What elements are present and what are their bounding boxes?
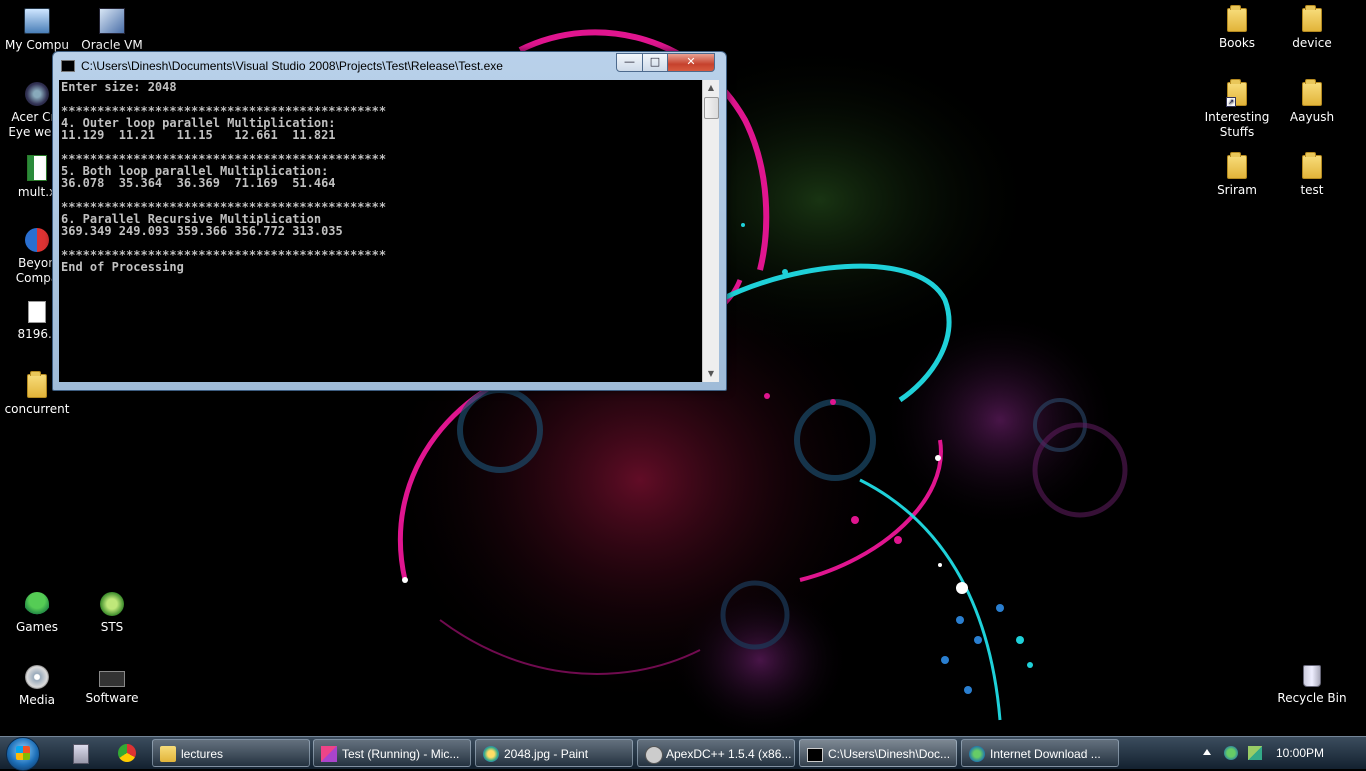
console-app-icon xyxy=(61,60,75,72)
taskbar-button-lectures[interactable]: lectures xyxy=(152,739,310,767)
excel-icon xyxy=(27,155,47,181)
desktop-icon-games[interactable]: Games xyxy=(1,592,73,635)
apexdc-icon xyxy=(645,746,663,764)
vertical-scrollbar[interactable]: ▲ ▼ xyxy=(702,80,719,382)
text-file-icon xyxy=(28,301,46,323)
volume-tray-icon[interactable] xyxy=(1248,746,1262,760)
desktop-icon-label: Oracle VM xyxy=(81,38,143,52)
window-title: C:\Users\Dinesh\Documents\Visual Studio … xyxy=(81,59,503,73)
software-icon xyxy=(99,671,125,687)
desktop-icon-device[interactable]: device xyxy=(1276,5,1348,51)
folder-shortcut-icon: ↗ xyxy=(1226,79,1247,107)
taskbar: lectures Test (Running) - Mic... 2048.jp… xyxy=(0,736,1366,771)
desktop-icon-label: 8196.t xyxy=(17,327,57,341)
window-titlebar[interactable]: C:\Users\Dinesh\Documents\Visual Studio … xyxy=(53,52,726,79)
maximize-button[interactable]: □ xyxy=(642,53,668,72)
scroll-up-arrow-icon[interactable]: ▲ xyxy=(703,80,719,96)
folder-icon xyxy=(1227,5,1247,32)
taskbar-button-visual-studio[interactable]: Test (Running) - Mic... xyxy=(313,739,471,767)
desktop-icon-label: Books xyxy=(1218,36,1256,50)
console-icon xyxy=(807,748,823,762)
desktop-icon-books[interactable]: Books xyxy=(1201,5,1273,51)
desktop-icon-label: mult.x xyxy=(17,185,57,199)
desktop-icon-interesting-stuffs[interactable]: ↗ Interesting Stuffs xyxy=(1201,79,1273,140)
recycle-bin-icon xyxy=(1303,665,1321,687)
network-tray-icon[interactable] xyxy=(1224,746,1238,760)
taskbar-button-paint[interactable]: 2048.jpg - Paint xyxy=(475,739,633,767)
taskbar-button-label: Test (Running) - Mic... xyxy=(342,747,460,761)
desktop-icon-label: Software xyxy=(85,691,139,705)
scroll-down-arrow-icon[interactable]: ▼ xyxy=(703,366,719,382)
taskbar-button-label: ApexDC++ 1.5.4 (x86... xyxy=(666,747,792,761)
minimize-button[interactable]: — xyxy=(616,53,643,72)
desktop-icon-media[interactable]: Media xyxy=(1,665,73,708)
desktop-icon-sriram[interactable]: Sriram xyxy=(1201,152,1273,198)
folder-icon xyxy=(27,371,47,398)
scrollbar-thumb[interactable] xyxy=(704,97,719,119)
tray-overflow-arrow-icon[interactable] xyxy=(1203,749,1211,755)
sts-icon xyxy=(100,592,124,616)
folder-icon xyxy=(1227,152,1247,179)
games-icon xyxy=(25,592,49,616)
taskbar-button-label: 2048.jpg - Paint xyxy=(504,747,589,761)
taskbar-button-label: lectures xyxy=(181,747,224,761)
taskbar-button-console[interactable]: C:\Users\Dinesh\Doc... xyxy=(799,739,957,767)
close-button[interactable]: ✕ xyxy=(667,53,715,72)
folder-icon xyxy=(1302,152,1322,179)
desktop-icon-label: Games xyxy=(16,620,58,634)
media-icon xyxy=(25,665,49,689)
chrome-icon[interactable] xyxy=(118,744,136,762)
taskbar-button-internet-download-manager[interactable]: Internet Download ... xyxy=(961,739,1119,767)
folder-icon xyxy=(1302,79,1322,106)
desktop-icon-test[interactable]: test xyxy=(1276,152,1348,198)
desktop-icon-recycle-bin[interactable]: Recycle Bin xyxy=(1276,665,1348,706)
taskbar-clock[interactable]: 10:00PM xyxy=(1276,746,1324,760)
webcam-icon xyxy=(25,82,49,106)
console-window[interactable]: C:\Users\Dinesh\Documents\Visual Studio … xyxy=(52,51,727,391)
beyond-compare-icon xyxy=(25,228,49,252)
virtualbox-icon xyxy=(99,8,125,34)
taskbar-button-apexdc[interactable]: ApexDC++ 1.5.4 (x86... xyxy=(637,739,795,767)
desktop-icon-oracle-vm[interactable]: Oracle VM xyxy=(76,8,148,53)
desktop-icon-label: Aayush xyxy=(1289,110,1335,124)
idm-icon xyxy=(969,746,985,762)
desktop-icon-label: concurrent xyxy=(4,402,70,416)
visual-studio-icon xyxy=(321,746,337,762)
desktop-icon-label: Sriram xyxy=(1217,183,1257,197)
desktop-icon-sts[interactable]: STS xyxy=(76,592,148,635)
windows-logo-icon xyxy=(16,746,30,760)
desktop-icon-label: test xyxy=(1300,183,1324,197)
shortcut-arrow-icon: ↗ xyxy=(1226,97,1236,107)
desktop-icon-label: Media xyxy=(18,693,56,707)
start-button[interactable] xyxy=(6,737,40,771)
console-output-text: Enter size: 2048 ***********************… xyxy=(61,80,387,274)
desktop-icon-software[interactable]: Software xyxy=(76,665,148,706)
taskbar-button-label: Internet Download ... xyxy=(990,747,1101,761)
folder-icon xyxy=(1302,5,1322,32)
desktop-icon-label: My Compu xyxy=(5,38,69,52)
desktop-icon-label: device xyxy=(1292,36,1332,50)
folder-icon xyxy=(160,746,176,762)
computer-icon xyxy=(24,8,50,34)
desktop-icon-label: Interesting Stuffs xyxy=(1204,110,1270,139)
desktop-icon-label: Recycle Bin xyxy=(1277,691,1347,705)
desktop-icon-label: STS xyxy=(100,620,124,634)
taskbar-button-label: C:\Users\Dinesh\Doc... xyxy=(828,747,951,761)
desktop-icon-my-computer[interactable]: My Compu xyxy=(1,8,73,53)
show-desktop-quicklaunch-icon[interactable] xyxy=(73,744,89,764)
console-output-area[interactable]: Enter size: 2048 ***********************… xyxy=(59,80,702,382)
paint-icon xyxy=(483,746,499,762)
desktop-icon-aayush[interactable]: Aayush xyxy=(1276,79,1348,125)
